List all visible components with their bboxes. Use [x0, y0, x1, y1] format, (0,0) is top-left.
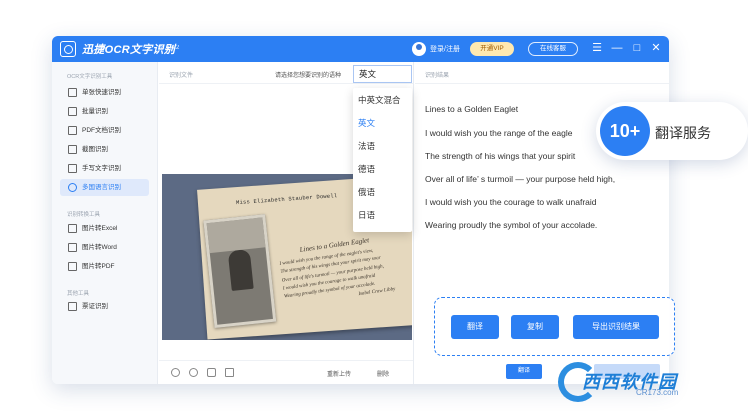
app-version: v8.6.4.2	[158, 45, 180, 51]
menu-icon[interactable]: ☰	[590, 41, 604, 55]
result-panel-header: 识别结果	[415, 62, 669, 84]
file-panel-title: 识别文件	[169, 73, 194, 79]
sidebar-item-label: PDF文档识别	[82, 127, 121, 134]
sidebar-item-label: 截图识别	[82, 146, 108, 153]
language-option[interactable]: 日语	[358, 209, 375, 221]
sidebar-item-batch-recognition[interactable]: 批量识别	[60, 103, 149, 120]
login-register-link[interactable]: 登录/注册	[430, 44, 460, 54]
photo-poem: Lines to a Golden Eaglet I would wish yo…	[277, 231, 412, 310]
screenshot-icon	[68, 145, 77, 154]
sidebar-item-label: 手写文字识别	[82, 165, 121, 172]
sidebar-item-image-to-word[interactable]: 图片转Word	[60, 239, 149, 256]
sidebar-item-handwriting-recognition[interactable]: 手写文字识别	[60, 160, 149, 177]
reupload-button[interactable]: 重新上传	[327, 369, 351, 378]
open-vip-button[interactable]: 开通VIP	[470, 42, 514, 56]
language-select[interactable]: 英文	[353, 65, 412, 83]
language-option[interactable]: 法语	[358, 140, 375, 152]
online-service-button[interactable]: 在线客服	[528, 42, 578, 56]
sidebar-group-other: 其他工具	[67, 291, 90, 297]
pen-icon	[68, 164, 77, 173]
translation-service-callout: 10+ 翻译服务	[596, 102, 748, 160]
result-line: I would wish you the range of the eagle	[425, 128, 573, 138]
result-panel-title: 识别结果	[425, 73, 450, 79]
footer-translate-button[interactable]: 翻译	[506, 364, 542, 379]
result-line: Lines to a Golden Eaglet	[425, 104, 519, 114]
sidebar-item-pdf-recognition[interactable]: PDF文档识别	[60, 122, 149, 139]
close-icon[interactable]: ✕	[649, 41, 663, 55]
zoom-out-icon[interactable]	[189, 368, 198, 377]
watermark-domain: CR173.com	[636, 388, 679, 397]
sidebar-item-label: 图片转Word	[82, 244, 117, 251]
globe-icon	[68, 183, 77, 192]
file-panel-header: 识别文件 请选择您想要识别的语种 英文	[159, 62, 413, 84]
delete-button[interactable]: 删除	[377, 369, 389, 378]
copy-button[interactable]: 复制	[511, 315, 559, 339]
language-option-selected[interactable]: 英文	[358, 117, 375, 129]
document-scan-icon	[68, 88, 77, 97]
rotate-icon[interactable]	[207, 368, 216, 377]
sidebar-item-single-recognition[interactable]: 单张快速识别	[60, 84, 149, 101]
result-line: Wearing proudly the symbol of your accol…	[425, 220, 598, 230]
language-dropdown: 中英文混合 英文 法语 德语 俄语 日语	[353, 88, 412, 232]
batch-icon	[68, 107, 77, 116]
pdf-convert-icon	[68, 262, 77, 271]
sidebar-item-ticket-recognition[interactable]: 票证识别	[60, 298, 149, 315]
sidebar-group-convert: 识别转换工具	[67, 212, 101, 218]
sidebar-item-image-to-pdf[interactable]: 图片转PDF	[60, 258, 149, 275]
language-prompt: 请选择您想要识别的语种	[275, 73, 342, 79]
sidebar-item-label: 票证识别	[82, 303, 108, 310]
title-bar: 迅捷OCR文字识别 v8.6.4.2 登录/注册 开通VIP 在线客服 ☰ — …	[52, 36, 669, 62]
result-line: Over all of life’ s turmoil — your purpo…	[425, 174, 616, 184]
sidebar-item-label: 多国语言识别	[82, 184, 121, 191]
word-icon	[68, 243, 77, 252]
sidebar-item-multilanguage-recognition[interactable]: 多国语言识别	[60, 179, 149, 196]
sidebar-item-label: 批量识别	[82, 108, 108, 115]
maximize-icon[interactable]: □	[630, 41, 644, 55]
export-result-button[interactable]: 导出识别结果	[573, 315, 659, 339]
zoom-in-icon[interactable]	[171, 368, 180, 377]
sidebar-item-label: 图片转PDF	[82, 263, 115, 270]
ticket-icon	[68, 302, 77, 311]
translate-button[interactable]: 翻译	[451, 315, 499, 339]
screenshot-stage: 迅捷OCR文字识别 v8.6.4.2 登录/注册 开通VIP 在线客服 ☰ — …	[0, 0, 748, 412]
sidebar-item-image-to-excel[interactable]: 图片转Excel	[60, 220, 149, 237]
vintage-photo	[203, 214, 277, 329]
translation-count-badge: 10+	[600, 106, 650, 156]
app-logo-icon	[60, 41, 76, 57]
result-line: I would wish you the courage to walk una…	[425, 197, 597, 207]
site-watermark: 西西软件园 CR173.com	[558, 362, 730, 402]
sidebar: OCR文字识别工具 单张快速识别 批量识别 PDF文档识别 截图识别 手写文字识…	[52, 62, 158, 384]
file-panel-footer: 重新上传 删除	[159, 360, 413, 384]
sidebar-item-screenshot-recognition[interactable]: 截图识别	[60, 141, 149, 158]
excel-icon	[68, 224, 77, 233]
pdf-icon	[68, 126, 77, 135]
sidebar-item-label: 单张快速识别	[82, 89, 121, 96]
result-line: The strength of his wings that your spir…	[425, 151, 576, 161]
language-option[interactable]: 德语	[358, 163, 375, 175]
photo-name-line: Miss Elizabeth Stauber Dowell	[235, 192, 338, 207]
fit-screen-icon[interactable]	[225, 368, 234, 377]
translation-service-label: 翻译服务	[655, 125, 711, 141]
action-buttons-highlight: 翻译 复制 导出识别结果	[434, 297, 675, 356]
user-avatar-icon[interactable]	[412, 42, 426, 56]
language-option[interactable]: 中英文混合	[358, 94, 401, 106]
sidebar-group-ocr: OCR文字识别工具	[67, 74, 113, 80]
language-option[interactable]: 俄语	[358, 186, 375, 198]
minimize-icon[interactable]: —	[610, 41, 624, 55]
sidebar-item-label: 图片转Excel	[82, 225, 118, 232]
